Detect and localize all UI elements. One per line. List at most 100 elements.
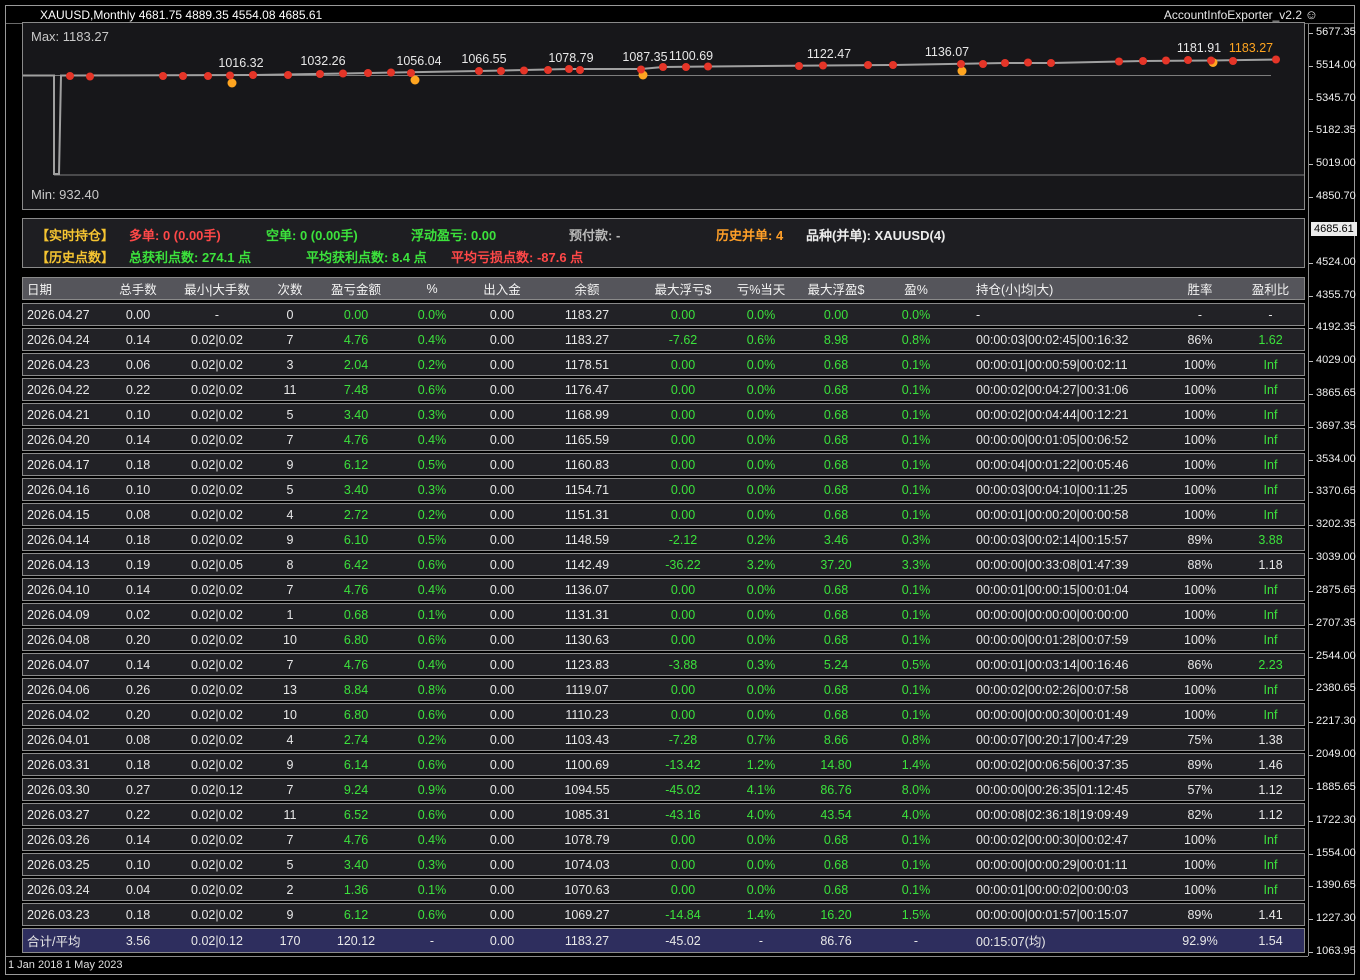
table-cell: 0.0% [417, 307, 447, 322]
table-cell: 0.08 [125, 507, 151, 522]
info-field: 总获利点数: 274.1 点 [129, 250, 252, 265]
table-cell: Inf [1263, 432, 1278, 447]
table-cell: 0.08 [125, 732, 151, 747]
table-cell: 0.14 [125, 432, 151, 447]
table-cell: 0.1% [417, 607, 447, 622]
table-cell: 0.02|0.02 [191, 507, 243, 522]
table-cell: 4.0% [746, 807, 776, 822]
table-cell: 3.88 [1258, 532, 1283, 547]
axis-tick: 4192.35 [1309, 321, 1356, 335]
table-cell: 00:00:01|00:00:59|00:02:11 [976, 357, 1128, 372]
svg-text:1087.35: 1087.35 [622, 50, 667, 64]
table-cell: 1100.69 [564, 757, 610, 772]
table-cell: 0.00 [489, 732, 515, 747]
table-cell: 3.40 [343, 857, 369, 872]
table-cell: 100% [1184, 682, 1216, 697]
table-cell: 0.02|0.02 [191, 357, 243, 372]
table-cell: 0.00 [489, 507, 515, 522]
table-cell: - [214, 307, 220, 322]
table-cell: Inf [1263, 582, 1278, 597]
table-cell: 2026.03.24 [27, 882, 90, 897]
table-cell: 0.0% [746, 857, 776, 872]
table-cell: 0.1% [417, 882, 447, 897]
table-row: 2026.04.02 0.20 0.02|0.02 10 6.80 0.6% 0.00 111… [22, 703, 1305, 726]
table-cell: 89% [1187, 532, 1213, 547]
table-cell: 合计/平均 [27, 935, 81, 949]
balance-curve-panel[interactable]: Max: 1183.27 Min: 932.40 1016.32 1032.26 1… [22, 22, 1305, 210]
table-cell: 1.4% [901, 757, 931, 772]
table-cell: 3.56 [125, 933, 151, 948]
table-cell: 0.00 [670, 307, 696, 322]
table-cell: 0.1% [901, 357, 931, 372]
table-cell: 1074.03 [564, 857, 610, 872]
table-cell: 86% [1187, 657, 1213, 672]
table-cell: 00:00:00|00:00:30|00:01:49 [976, 707, 1129, 722]
table-cell: 0.6% [746, 332, 776, 347]
table-cell: 0.0% [746, 482, 776, 497]
table-cell: Inf [1263, 407, 1278, 422]
table-cell: 盈利比 [1251, 283, 1290, 297]
table-cell: 6.80 [343, 632, 369, 647]
table-row: 2026.04.07 0.14 0.02|0.02 7 4.76 0.4% 0.00 1123… [22, 653, 1305, 676]
svg-text:1032.26: 1032.26 [300, 54, 345, 68]
table-cell: 0.02|0.02 [191, 857, 243, 872]
balance-curve: 1016.32 1032.26 1056.04 1066.55 1078.79 1087.… [23, 41, 1304, 176]
table-cell: 00:00:00|00:00:29|00:01:11 [976, 857, 1128, 872]
table-cell: 0.68 [823, 407, 849, 422]
table-cell: 2026.03.26 [27, 832, 90, 847]
table-cell: 0.00 [489, 707, 515, 722]
axis-tick: 5019.00 [1309, 157, 1356, 171]
table-cell: 2026.03.27 [27, 807, 90, 822]
table-cell: 7.48 [343, 382, 369, 397]
table-cell: 1.5% [901, 907, 931, 922]
table-cell: 2026.04.17 [27, 457, 90, 472]
table-cell: 0.02|0.02 [191, 432, 243, 447]
table-cell: 0.00 [670, 357, 696, 372]
table-cell: 7 [286, 782, 294, 797]
table-row: 2026.03.25 0.10 0.02|0.02 5 3.40 0.3% 0.00 1074… [22, 853, 1305, 876]
table-cell: 86.76 [820, 782, 852, 797]
table-cell: 00:15:07(均) [976, 935, 1046, 949]
table-cell: 0.3% [417, 407, 447, 422]
table-cell: 0.68 [823, 857, 849, 872]
table-cell: 0.68 [823, 882, 849, 897]
table-cell: 0.00 [670, 682, 696, 697]
table-cell: 0.0% [746, 632, 776, 647]
table-cell: 0 [286, 307, 294, 322]
table-cell: 88% [1187, 557, 1213, 572]
svg-text:1056.04: 1056.04 [396, 54, 441, 68]
time-axis[interactable]: 1 Jan 2018 1 May 2023 [6, 959, 1354, 973]
table-cell: 00:00:03|00:02:14|00:15:57 [976, 532, 1129, 547]
table-cell: 3.2% [746, 557, 776, 572]
table-cell: 最小|大手数 [184, 283, 250, 297]
table-cell: 2026.04.21 [27, 407, 90, 422]
table-cell: 89% [1187, 757, 1213, 772]
table-cell: 2026.04.13 [27, 557, 90, 572]
table-cell: 0.00 [489, 482, 515, 497]
price-axis[interactable]: 5677.35 5514.00 5345.70 5182.35 5019.00 4850.… [1309, 6, 1357, 974]
table-cell: 13 [283, 682, 297, 697]
table-cell: 11 [283, 382, 297, 397]
table-cell: 1085.31 [564, 807, 610, 822]
table-cell: 0.00 [489, 682, 515, 697]
table-cell: -45.02 [665, 933, 701, 948]
chart-bottom-frame [6, 956, 1308, 957]
table-cell: 7 [286, 582, 294, 597]
table-header: 日期 总手数 最小|大手数 次数 盈亏金额% 出入金 余额 最大浮亏$ 亏%当天 最大浮盈$ 盈% 持… [22, 277, 1305, 300]
table-cell: 0.02|0.02 [191, 657, 243, 672]
table-cell: 2.23 [1258, 657, 1283, 672]
table-cell: 0.8% [901, 332, 931, 347]
table-cell: -43.16 [665, 807, 701, 822]
axis-tick: 1722.30 [1309, 814, 1356, 828]
table-cell: 1165.59 [564, 432, 610, 447]
table-cell: 00:00:01|00:00:02|00:00:03 [976, 882, 1129, 897]
table-cell: 最大浮亏$ [654, 283, 712, 297]
table-cell: 1160.83 [564, 457, 610, 472]
table-cell: 0.00 [670, 482, 696, 497]
table-row: 2026.04.15 0.08 0.02|0.02 4 2.72 0.2% 0.00 1151… [22, 503, 1305, 526]
table-cell: 0.3% [417, 857, 447, 872]
table-cell: 1.54 [1258, 933, 1283, 948]
table-cell: 0.02|0.02 [191, 907, 243, 922]
table-cell: 0.00 [670, 407, 696, 422]
symbol-timeframe-ohlc: XAUUSD,Monthly 4681.75 4889.35 4554.08 4… [40, 8, 323, 22]
